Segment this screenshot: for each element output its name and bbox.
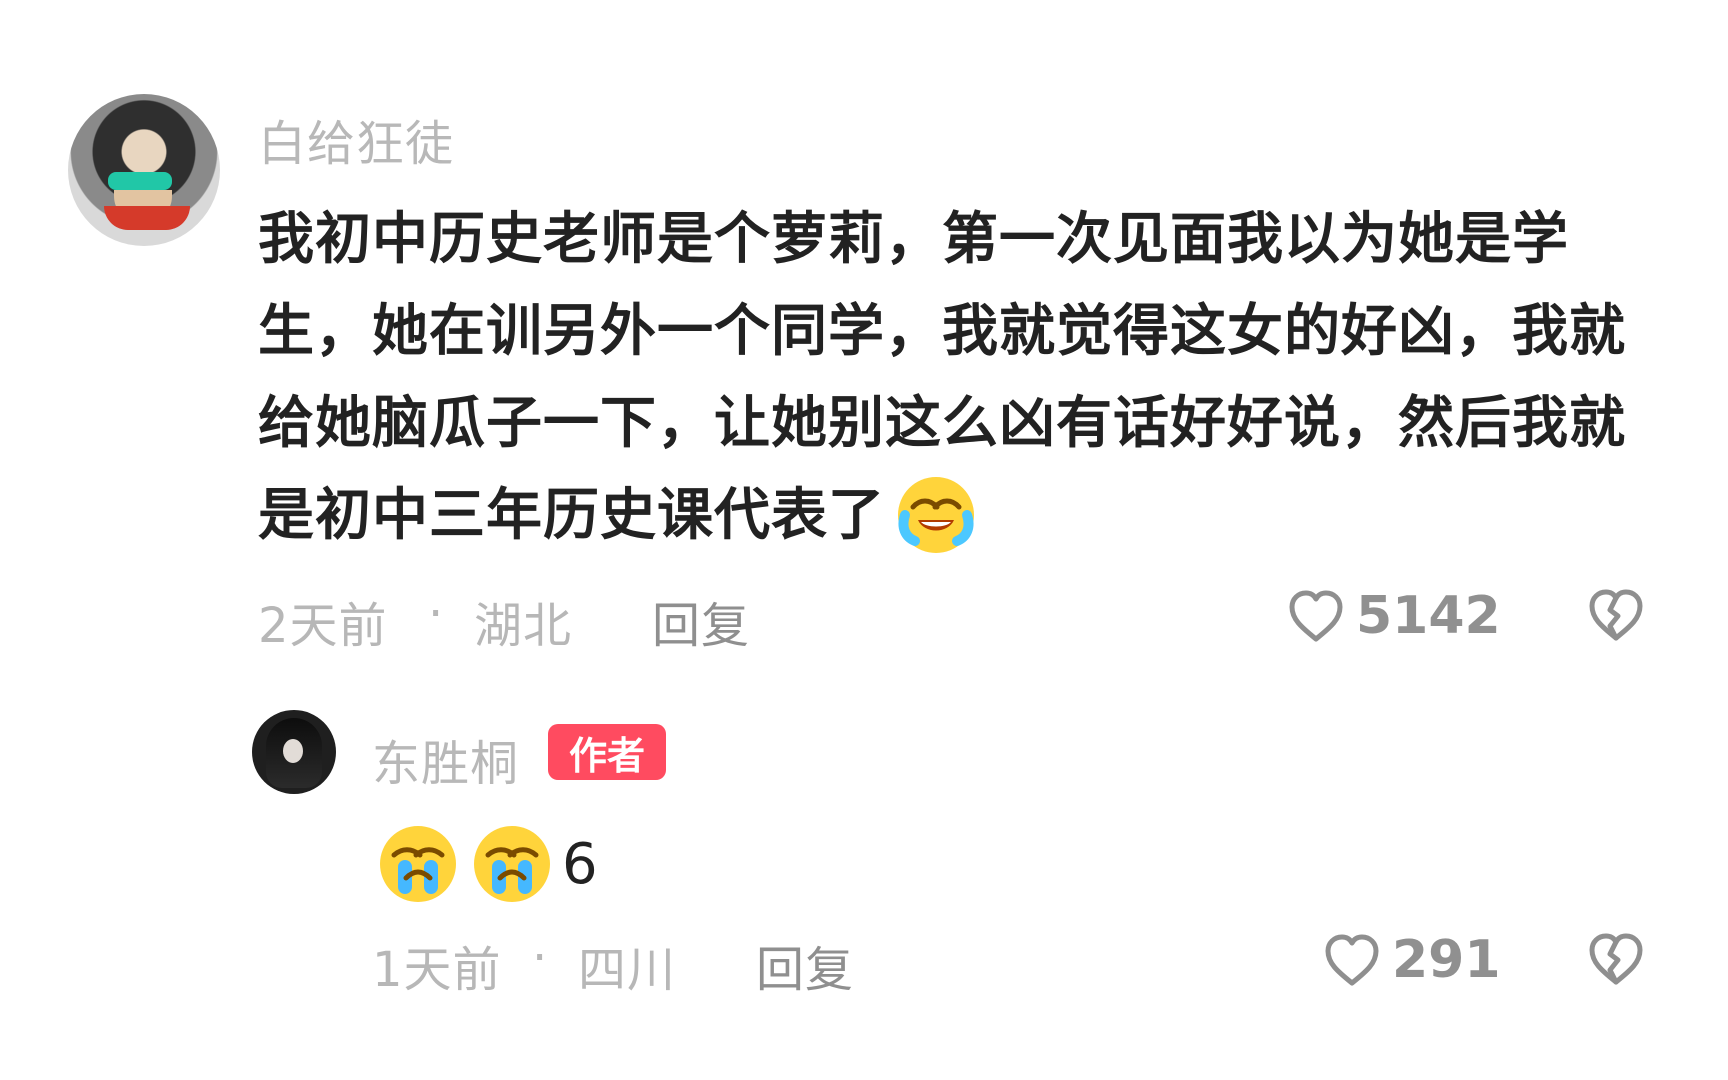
reply-comment-location: 四川 (578, 942, 677, 998)
avatar-glasses-icon (108, 172, 172, 190)
avatar-mask-icon (104, 206, 190, 230)
reply-comment-like-area[interactable]: 291 (1322, 930, 1501, 990)
main-comment-reply-button[interactable]: 回复 (652, 586, 750, 656)
main-comment-time: 2天前 (258, 598, 388, 654)
broken-heart-icon[interactable] (1586, 932, 1646, 986)
reply-comment-username[interactable]: 东胜桐 (372, 724, 519, 794)
main-comment-username[interactable]: 白给狂徒 (258, 104, 454, 174)
laugh-cry-emoji-icon (893, 472, 979, 558)
cry-emoji-icon (374, 820, 462, 908)
reply-comment-avatar[interactable] (252, 710, 336, 794)
reply-comment-reply-button[interactable]: 回复 (756, 930, 854, 1000)
heart-icon[interactable] (1322, 933, 1382, 987)
author-tag: 作者 (548, 724, 666, 780)
main-comment-text: 我初中历史老师是个萝莉，第一次见面我以为她是学生，她在训另外一个同学，我就觉得这… (258, 194, 1678, 562)
reply-comment-text: 6 (374, 820, 598, 908)
main-comment-location: 湖北 (474, 598, 573, 654)
broken-heart-icon[interactable] (1586, 588, 1646, 642)
main-comment-like-area[interactable]: 5142 (1286, 586, 1501, 646)
heart-icon[interactable] (1286, 589, 1346, 643)
main-comment-separator: · (428, 586, 445, 642)
main-comment-like-count: 5142 (1356, 586, 1501, 646)
reply-comment-like-count: 291 (1392, 930, 1501, 990)
cry-emoji-icon (468, 820, 556, 908)
reply-comment-body: 6 (562, 831, 598, 897)
main-comment-avatar[interactable] (68, 94, 220, 246)
reply-comment-separator: · (532, 930, 549, 986)
reply-comment-time: 1天前 (372, 942, 502, 998)
avatar-face-icon (283, 739, 303, 763)
